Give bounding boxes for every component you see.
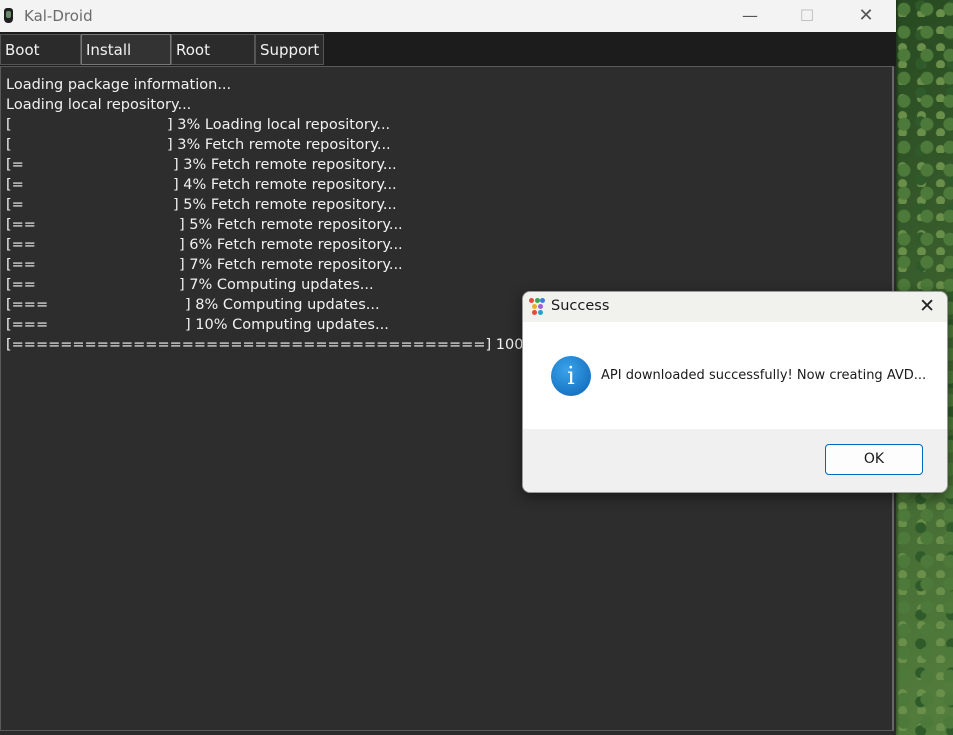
progress-status: ] 5% Fetch remote repository... [173, 197, 397, 213]
log-text: Loading package information... [6, 77, 232, 93]
tab-install-avds[interactable]: Install Avds [81, 34, 171, 90]
log-line: [ ] 3% Fetch remote repository... [6, 135, 699, 155]
app-logo-icon [4, 8, 13, 23]
progress-status: ] 6% Fetch remote repository... [179, 237, 403, 253]
progress-status: ] 7% Fetch remote repository... [179, 257, 403, 273]
dialog-message: API downloaded successfully! Now creatin… [601, 368, 927, 383]
progress-status: ] 4% Fetch remote repository... [173, 177, 397, 193]
window-title: Kal-Droid [24, 7, 93, 25]
progress-status: ] 3% Fetch remote repository... [167, 137, 391, 153]
log-line: [= ] 3% Fetch remote repository... [6, 155, 699, 175]
progress-status: ] 5% Fetch remote repository... [179, 217, 403, 233]
tab-root-avds[interactable]: Root Avds [171, 34, 255, 90]
tab-support[interactable]: Support [255, 34, 324, 65]
dialog-body: i API downloaded successfully! Now creat… [523, 322, 947, 429]
dialog-title-bar[interactable]: Success ✕ [523, 292, 947, 322]
log-line: Loading package information... [6, 75, 699, 95]
progress-bar-open: [= [6, 177, 24, 193]
progress-bar-open: [== [6, 257, 36, 273]
progress-status: ] 3% Loading local repository... [167, 117, 391, 133]
log-line: Loading local repository... [6, 95, 699, 115]
progress-bar-open: [ [6, 117, 12, 133]
progress-status: ] 7% Computing updates... [179, 277, 374, 293]
minimize-button[interactable]: — [727, 0, 773, 32]
progress-bar-open: [== [6, 217, 36, 233]
progress-bar-open: [== [6, 237, 36, 253]
info-icon: i [551, 356, 591, 396]
dialog-title: Success [551, 298, 610, 314]
progress-status: ] 3% Fetch remote repository... [173, 157, 397, 173]
progress-bar-open: [== [6, 277, 36, 293]
progress-bar-open: [ [6, 137, 12, 153]
progress-status: ] 10% Computing updates... [185, 317, 389, 333]
log-line: [ ] 3% Loading local repository... [6, 115, 699, 135]
log-line: [= ] 5% Fetch remote repository... [6, 195, 699, 215]
log-line: [== ] 6% Fetch remote repository... [6, 235, 699, 255]
progress-bar-open: [=== [6, 297, 49, 313]
tab-bar: Boot Avds Install Avds Root Avds Support [0, 32, 896, 90]
dialog-footer: OK [523, 429, 947, 492]
close-button[interactable]: ✕ [843, 0, 889, 32]
progress-status: ] 8% Computing updates... [185, 297, 380, 313]
ok-button[interactable]: OK [825, 444, 923, 475]
log-line: [== ] 5% Fetch remote repository... [6, 215, 699, 235]
progress-bar-open: [=== [6, 317, 49, 333]
dialog-close-button[interactable]: ✕ [919, 295, 935, 317]
maximize-button[interactable]: ☐ [784, 0, 830, 32]
progress-bar-open: [= [6, 197, 24, 213]
log-line: [== ] 7% Fetch remote repository... [6, 255, 699, 275]
title-bar[interactable]: Kal-Droid — ☐ ✕ [0, 0, 896, 32]
tab-boot-avds[interactable]: Boot Avds [0, 34, 81, 90]
log-line: [= ] 4% Fetch remote repository... [6, 175, 699, 195]
progress-bar-open: [= [6, 157, 24, 173]
log-text: Loading local repository... [6, 97, 192, 113]
app-dots-icon [529, 298, 545, 316]
success-dialog: Success ✕ i API downloaded successfully!… [522, 291, 948, 493]
